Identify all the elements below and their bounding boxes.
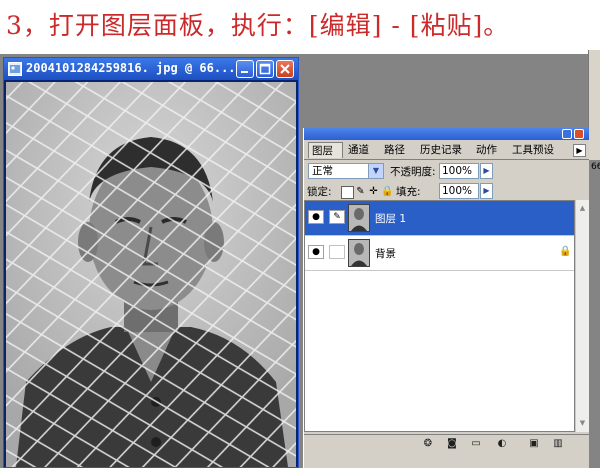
- layer-row-layer-1[interactable]: ● ✎ 图层 1: [305, 201, 574, 236]
- lock-label: 锁定:: [307, 186, 332, 198]
- tab-channels[interactable]: 通道: [345, 142, 379, 158]
- layer-row-background[interactable]: ● 背景 🔒: [305, 236, 574, 271]
- document-title: 2004101284259816. jpg @ 66...: [26, 61, 236, 75]
- opacity-label: 不透明度:: [390, 166, 436, 178]
- scroll-down-icon[interactable]: ▼: [577, 417, 588, 430]
- lock-image-brush-icon[interactable]: ✎: [355, 186, 366, 197]
- layers-palette[interactable]: 图层 通道 路径 历史记录 动作 工具预设 ▶ 正常 ▼ 不透明度: 100% …: [303, 128, 589, 468]
- layers-list: ● ✎ 图层 1 ● 背景 🔒: [304, 200, 575, 432]
- palette-close-button[interactable]: [574, 129, 584, 139]
- minimize-button[interactable]: [236, 60, 254, 78]
- layer-mask-icon[interactable]: ◙: [446, 438, 458, 450]
- lock-all-padlock-icon[interactable]: 🔒: [381, 186, 393, 197]
- portrait-photo: [6, 82, 296, 467]
- close-icon: [280, 64, 290, 74]
- palette-titlebar[interactable]: [304, 128, 589, 140]
- paintbrush-icon[interactable]: ✎: [329, 210, 345, 224]
- visibility-eye-icon[interactable]: ●: [308, 210, 324, 224]
- blend-mode-select[interactable]: 正常 ▼: [308, 163, 384, 179]
- adjustment-layer-icon[interactable]: ◐: [496, 438, 508, 450]
- blend-opacity-row: 正常 ▼ 不透明度: 100% ▶: [304, 161, 589, 183]
- layer-thumbnail: [348, 204, 370, 232]
- tab-paths[interactable]: 路径: [381, 142, 415, 158]
- new-group-icon[interactable]: ▭: [470, 438, 482, 450]
- photoshop-doc-icon: [8, 62, 22, 76]
- link-slot-icon[interactable]: [329, 245, 345, 259]
- scroll-up-icon[interactable]: ▲: [577, 202, 588, 215]
- maximize-button[interactable]: [256, 60, 274, 78]
- visibility-eye-icon[interactable]: ●: [308, 245, 324, 259]
- layer-name: 图层 1: [375, 213, 407, 225]
- tab-history[interactable]: 历史记录: [417, 142, 471, 158]
- document-titlebar[interactable]: 2004101284259816. jpg @ 66...: [4, 58, 298, 80]
- opacity-input[interactable]: 100%: [439, 163, 479, 179]
- chevron-down-icon: ▼: [368, 164, 383, 178]
- triangle-right-icon: ▶: [483, 166, 490, 175]
- tab-layers[interactable]: 图层: [308, 142, 343, 158]
- minimize-icon: [241, 71, 248, 73]
- workspace-top-gap: [0, 50, 600, 54]
- palette-menu-button[interactable]: ▶: [573, 144, 586, 157]
- instruction-text: 3，打开图层面板，执行：[编辑] - [粘贴]。: [6, 11, 510, 40]
- delete-layer-icon[interactable]: ▥: [552, 438, 564, 450]
- image-document-window[interactable]: 2004101284259816. jpg @ 66...: [3, 57, 299, 468]
- layer-style-icon[interactable]: ❂: [422, 438, 434, 450]
- zoom-fragment: 66: [591, 162, 600, 172]
- fill-slider-button[interactable]: ▶: [480, 183, 493, 199]
- palette-minimize-button[interactable]: [562, 129, 572, 139]
- tab-actions[interactable]: 动作: [473, 142, 507, 158]
- blend-mode-value: 正常: [312, 165, 333, 177]
- maximize-icon: [259, 63, 271, 75]
- opacity-slider-button[interactable]: ▶: [480, 163, 493, 179]
- layer-name: 背景: [375, 248, 396, 260]
- tab-tool-presets[interactable]: 工具预设: [509, 142, 569, 158]
- document-canvas[interactable]: [6, 82, 296, 467]
- lock-icon: 🔒: [559, 246, 572, 257]
- palette-bottom-toolbar: ❂ ◙ ▭ ◐ ▣ ▥: [304, 434, 589, 453]
- layers-scrollbar[interactable]: ▲ ▼: [575, 200, 589, 432]
- triangle-right-icon: ▶: [576, 146, 583, 155]
- right-panel-fragment: 66: [588, 50, 600, 172]
- layer-thumbnail: [348, 239, 370, 267]
- fill-input[interactable]: 100%: [439, 183, 479, 199]
- lock-position-move-icon[interactable]: ✛: [368, 186, 379, 197]
- triangle-right-icon: ▶: [483, 186, 490, 195]
- fill-label: 填充:: [396, 186, 421, 198]
- palette-tabs: 图层 通道 路径 历史记录 动作 工具预设 ▶: [304, 142, 589, 160]
- new-layer-icon[interactable]: ▣: [528, 438, 540, 450]
- lock-transparency-icon[interactable]: [341, 186, 354, 199]
- close-button[interactable]: [276, 60, 294, 78]
